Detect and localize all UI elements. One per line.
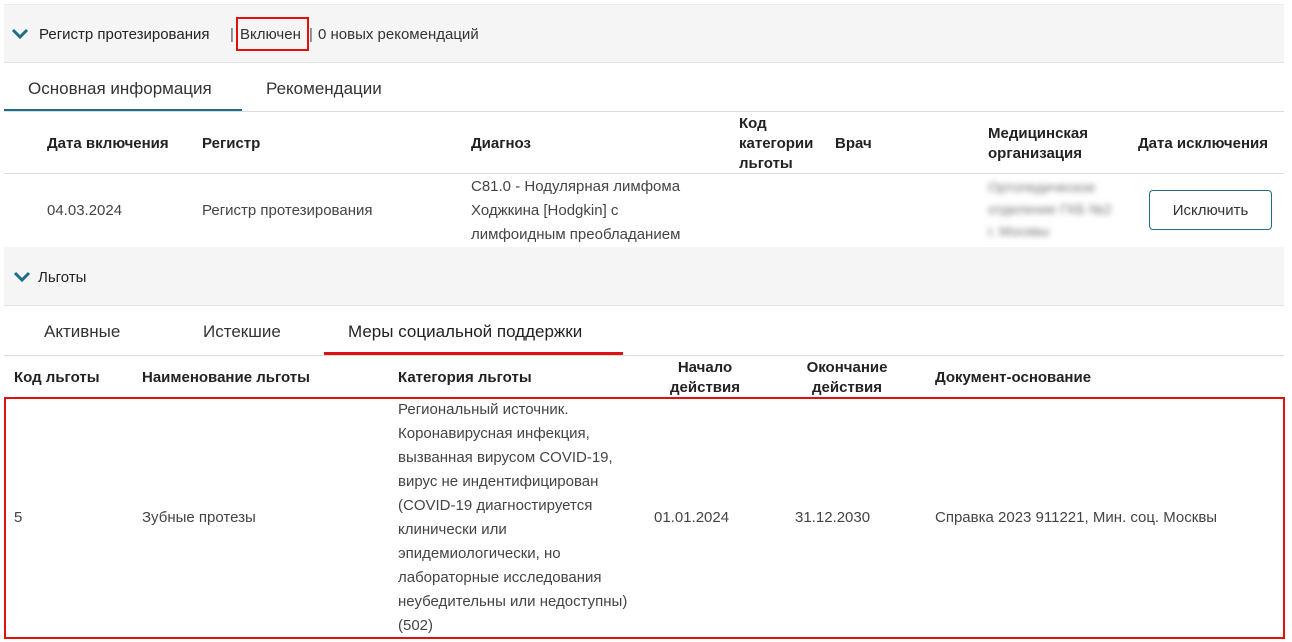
col-date-out: Дата исключения <box>1138 135 1268 152</box>
tab-recommendations[interactable]: Рекомендации <box>266 79 382 99</box>
recommendations-count: 0 новых рекомендаций <box>318 26 479 43</box>
chevron-down-icon[interactable] <box>11 25 29 43</box>
col-benefit-code: Код категории льготы <box>739 115 814 172</box>
col-diagnosis: Диагноз <box>471 135 531 152</box>
exclude-button[interactable]: Исключить <box>1149 190 1272 230</box>
registry-title: Регистр протезирования <box>39 26 210 43</box>
benefit-category: Региональный источник. Коронавирусная ин… <box>398 401 628 634</box>
separator: | <box>230 26 234 43</box>
divider <box>4 173 1284 174</box>
col-doctor: Врач <box>835 135 872 152</box>
col-document: Документ-основание <box>935 369 1092 386</box>
col-benefit-code: Код льготы <box>14 369 100 386</box>
col-date-in: Дата включения <box>47 135 169 152</box>
col-register: Регистр <box>202 135 261 152</box>
row-organization: Ортопедическое отделение ГКБ №2 г. Москв… <box>988 179 1112 239</box>
registry-status: Включен <box>240 26 301 43</box>
col-benefit-category: Категория льготы <box>398 369 532 386</box>
row-diagnosis: С81.0 - Нодулярная лимфома Ходжкина [Hod… <box>471 178 681 243</box>
benefit-document: Справка 2023 911221, Мин. соц. Москвы <box>935 509 1218 526</box>
tab-main-info[interactable]: Основная информация <box>28 79 212 99</box>
tab-social-support[interactable]: Меры социальной поддержки <box>348 322 582 342</box>
row-register: Регистр протезирования <box>202 202 373 219</box>
row-date-in: 04.03.2024 <box>47 202 123 219</box>
col-start-date: Начало действия <box>670 359 740 396</box>
benefit-end: 31.12.2030 <box>795 509 871 526</box>
benefit-code: 5 <box>14 509 23 526</box>
col-organization: Медицинская организация <box>988 125 1089 162</box>
tab-expired[interactable]: Истекшие <box>203 322 281 342</box>
col-benefit-name: Наименование льготы <box>142 369 310 386</box>
separator: | <box>309 26 313 43</box>
chevron-down-icon[interactable] <box>13 268 31 286</box>
benefits-header[interactable] <box>4 247 1284 306</box>
tab-active[interactable]: Активные <box>44 322 120 342</box>
benefit-name: Зубные протезы <box>142 509 256 526</box>
benefit-start: 01.01.2024 <box>654 509 730 526</box>
divider <box>4 111 1284 112</box>
benefits-title: Льготы <box>38 269 87 286</box>
divider <box>4 355 1284 356</box>
col-end-date: Окончание действия <box>806 359 888 396</box>
